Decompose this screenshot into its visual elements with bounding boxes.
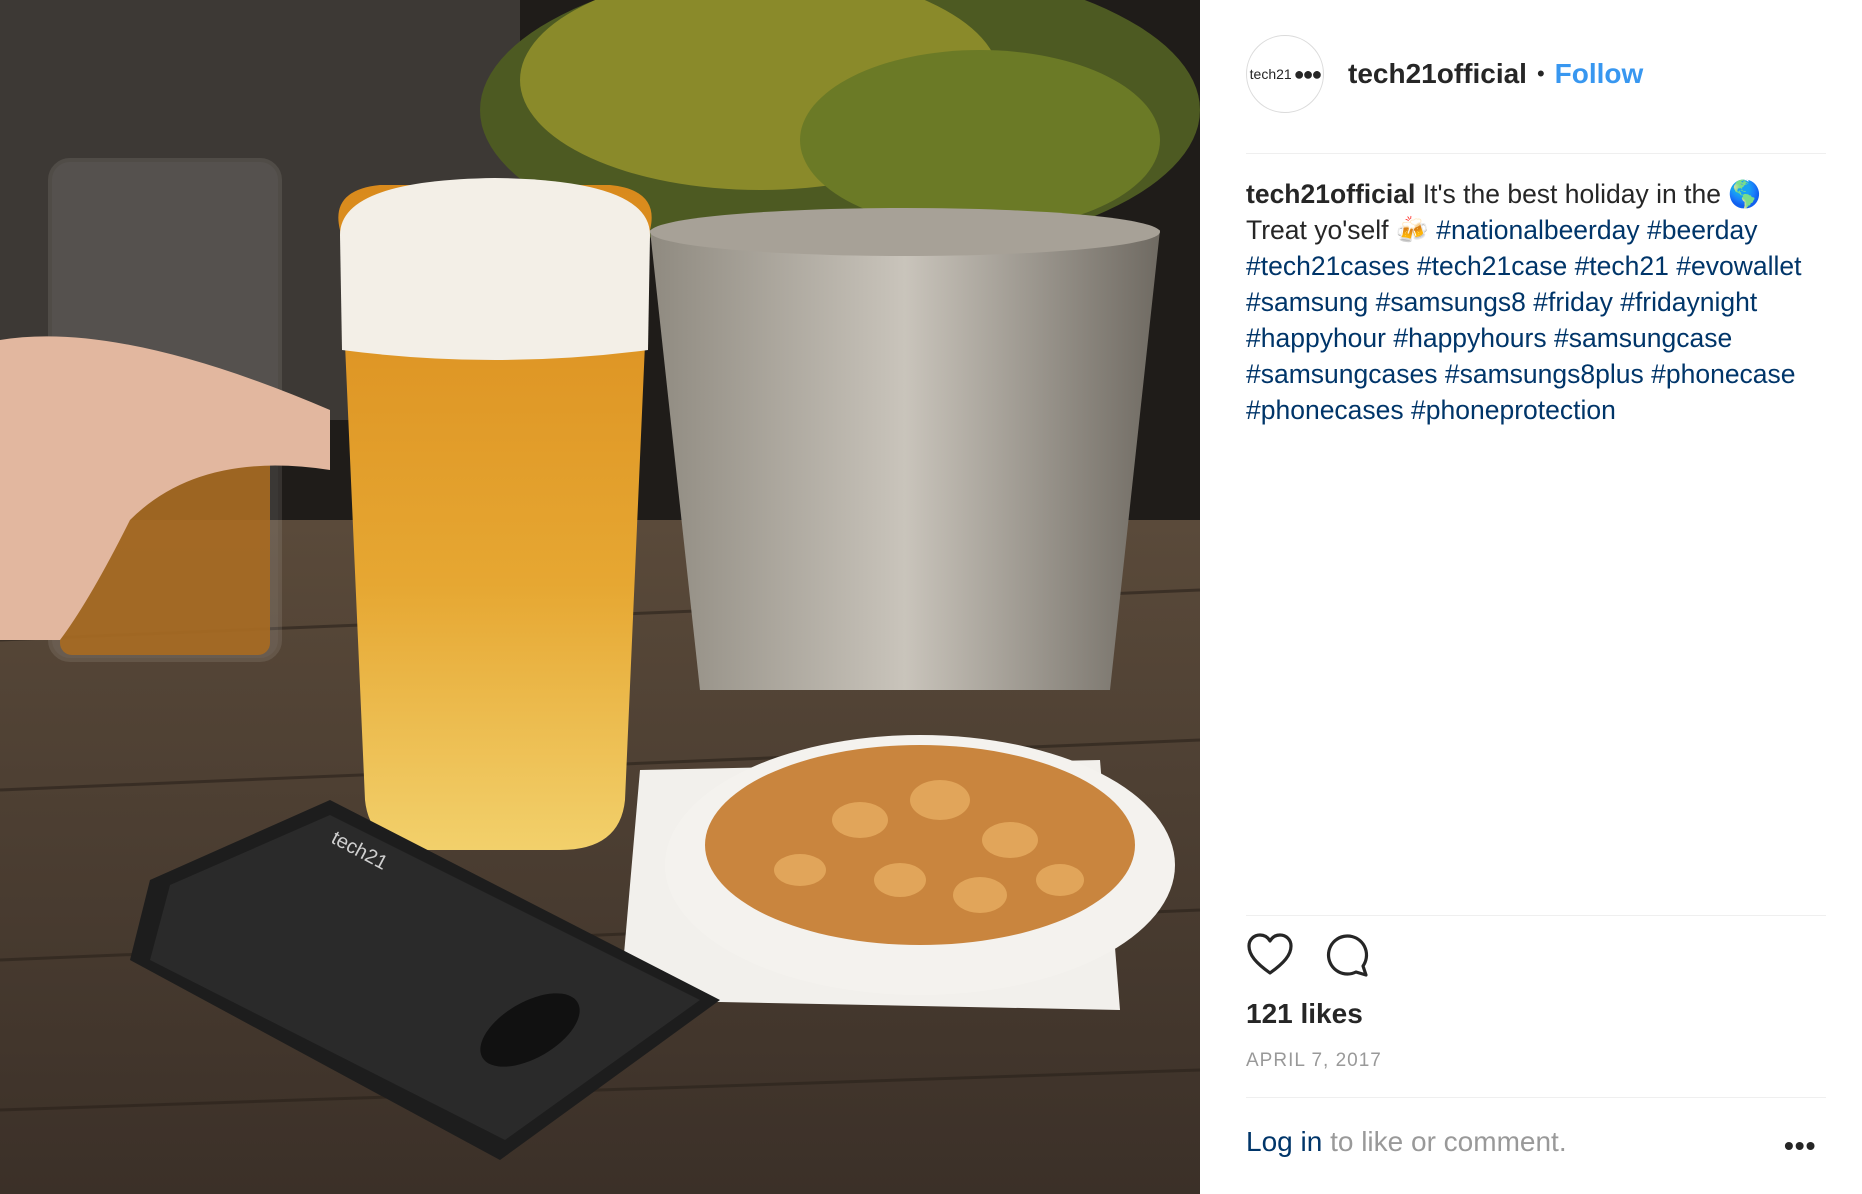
hashtag[interactable]: #tech21 xyxy=(1575,251,1669,281)
hashtag[interactable]: #tech21case xyxy=(1417,251,1567,281)
hashtag[interactable]: #friday xyxy=(1533,287,1613,317)
login-prompt-text: to like or comment. xyxy=(1322,1126,1567,1157)
post-sidebar: tech21 ●●● tech21official • Follow tech2… xyxy=(1200,0,1862,1194)
photo-illustration: tech21 xyxy=(0,0,1200,1194)
caption-text-1: It's the best holiday in the xyxy=(1415,179,1729,209)
hashtag[interactable]: #phonecase xyxy=(1651,359,1795,389)
avatar[interactable]: tech21 ●●● xyxy=(1246,35,1324,113)
hashtag[interactable]: #happyhours xyxy=(1393,323,1546,353)
caption-username[interactable]: tech21official xyxy=(1246,179,1415,209)
action-bar xyxy=(1246,932,1370,978)
footer-divider xyxy=(1246,1097,1826,1098)
hashtag[interactable]: #samsungcase xyxy=(1554,323,1732,353)
follow-button[interactable]: Follow xyxy=(1555,58,1644,90)
post-date: APRIL 7, 2017 xyxy=(1246,1050,1382,1071)
post-header: tech21 ●●● tech21official • Follow xyxy=(1246,34,1826,114)
heart-icon[interactable] xyxy=(1246,932,1294,978)
post-photo: tech21 xyxy=(0,0,1200,1194)
caption: tech21official It's the best holiday in … xyxy=(1246,176,1826,428)
hashtag[interactable]: #tech21cases xyxy=(1246,251,1410,281)
header-separator: • xyxy=(1536,61,1545,86)
likes-count[interactable]: 121 likes xyxy=(1246,998,1363,1030)
avatar-logo-dots: ●●● xyxy=(1293,63,1323,84)
header-divider xyxy=(1246,153,1826,154)
header-username[interactable]: tech21official xyxy=(1348,58,1527,90)
hashtag[interactable]: #nationalbeerday xyxy=(1436,215,1639,245)
login-link[interactable]: Log in xyxy=(1246,1126,1322,1157)
hashtag[interactable]: #samsungs8 xyxy=(1376,287,1526,317)
hashtag[interactable]: #fridaynight xyxy=(1620,287,1757,317)
hashtag[interactable]: #phonecases xyxy=(1246,395,1404,425)
actions-divider xyxy=(1246,915,1826,916)
hashtag[interactable]: #evowallet xyxy=(1676,251,1801,281)
hashtag[interactable]: #samsung xyxy=(1246,287,1368,317)
login-prompt: Log in to like or comment. xyxy=(1246,1126,1567,1158)
hashtag[interactable]: #beerday xyxy=(1647,215,1758,245)
more-options-icon[interactable]: ••• xyxy=(1784,1130,1816,1162)
hashtag[interactable]: #samsungs8plus xyxy=(1445,359,1644,389)
comment-icon[interactable] xyxy=(1324,932,1370,978)
caption-text-2: Treat yo'self xyxy=(1246,215,1396,245)
globe-emoji: 🌎 xyxy=(1728,179,1762,209)
hashtag[interactable]: #phoneprotection xyxy=(1411,395,1616,425)
hashtag[interactable]: #samsungcases xyxy=(1246,359,1438,389)
beer-emoji: 🍻 xyxy=(1395,215,1429,245)
hashtag[interactable]: #happyhour xyxy=(1246,323,1386,353)
avatar-text: tech21 xyxy=(1249,66,1292,82)
